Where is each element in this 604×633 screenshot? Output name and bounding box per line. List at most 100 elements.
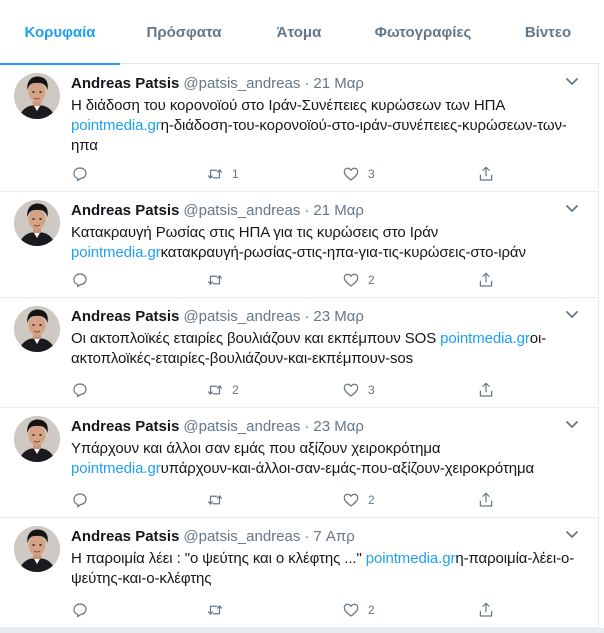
separator-dot: · [304, 75, 310, 92]
avatar[interactable] [14, 73, 60, 119]
share-button[interactable] [477, 380, 495, 400]
separator-dot: · [304, 308, 310, 325]
tweet-link-domain[interactable]: pointmedia.gr [366, 550, 456, 567]
search-tabs: Κορυφαία Πρόσφατα Άτομα Φωτογραφίες Βίντ… [0, 0, 600, 65]
tweet-actions: 2 3 [71, 380, 501, 400]
reply-button[interactable] [71, 380, 89, 400]
retweet-icon [207, 605, 223, 615]
tweet[interactable]: Andreas Patsis @patsis_andreas · 23 Μαρ Οι … [0, 298, 598, 408]
retweet-count: 2 [232, 383, 239, 397]
chevron-down-icon[interactable] [565, 77, 579, 87]
reply-button[interactable] [71, 490, 89, 510]
like-count: 2 [368, 493, 375, 507]
tweet-header: Andreas Patsis @patsis_andreas · 21 Μαρ [71, 202, 364, 220]
tab-top[interactable]: Κορυφαία [0, 0, 120, 65]
tab-photos[interactable]: Φωτογραφίες [350, 0, 496, 64]
like-count: 3 [368, 383, 375, 397]
reply-button[interactable] [71, 600, 89, 620]
share-icon [479, 492, 493, 507]
retweet-icon [207, 385, 223, 395]
tweet-link-domain[interactable]: pointmedia.gr [71, 117, 161, 134]
author-handle[interactable]: @patsis_andreas [183, 75, 300, 92]
tweet-date[interactable]: 21 Μαρ [313, 202, 364, 219]
chevron-down-icon[interactable] [565, 530, 579, 540]
author-name[interactable]: Andreas Patsis [71, 75, 179, 92]
tweet-date[interactable]: 21 Μαρ [313, 75, 364, 92]
chevron-down-icon[interactable] [565, 420, 579, 430]
tweet[interactable]: Andreas Patsis @patsis_andreas · 21 Μαρ Η δ… [0, 65, 598, 192]
retweet-icon [207, 275, 223, 285]
reply-button[interactable] [71, 270, 89, 290]
heart-icon [343, 167, 359, 181]
reply-icon [73, 603, 87, 618]
avatar[interactable] [14, 526, 60, 572]
tweet[interactable]: Andreas Patsis @patsis_andreas · 7 Απρ Η πα… [0, 518, 598, 628]
tweet-header: Andreas Patsis @patsis_andreas · 23 Μαρ [71, 308, 364, 326]
tweet-actions: 2 [71, 600, 501, 620]
tweet-body: Οι ακτοπλοϊκές εταιρίες βουλιάζουν και ε… [71, 330, 441, 347]
tweet-text: Η παροιμία λέει : "ο ψεύτης και ο κλέφτη… [71, 549, 576, 589]
bottom-divider [0, 628, 604, 633]
reply-icon [73, 493, 87, 508]
tweet[interactable]: Andreas Patsis @patsis_andreas · 23 Μαρ Υπά… [0, 408, 598, 518]
share-button[interactable] [477, 270, 495, 290]
like-button[interactable]: 3 [342, 164, 375, 184]
tab-people[interactable]: Άτομα [248, 0, 350, 64]
tweet-header: Andreas Patsis @patsis_andreas · 23 Μαρ [71, 418, 364, 436]
retweet-count: 1 [232, 167, 239, 181]
tab-latest[interactable]: Πρόσφατα [120, 0, 248, 64]
tab-videos[interactable]: Βίντεο [496, 0, 600, 64]
tweet-text: Κατακραυγή Ρωσίας στις ΗΠΑ για τις κυρώσ… [71, 223, 576, 263]
tweet-link-path: υπάρχουν-και-άλλοι-σαν-εμάς-που-αξίζουν-… [160, 460, 535, 477]
tweet-link-domain[interactable]: pointmedia.gr [71, 244, 161, 261]
author-name[interactable]: Andreas Patsis [71, 418, 179, 435]
author-handle[interactable]: @patsis_andreas [183, 418, 300, 435]
like-button[interactable]: 2 [342, 490, 375, 510]
retweet-button[interactable] [206, 490, 232, 510]
share-icon [479, 272, 493, 287]
reply-icon [73, 167, 87, 182]
share-icon [479, 602, 493, 617]
avatar[interactable] [14, 200, 60, 246]
share-button[interactable] [477, 600, 495, 620]
retweet-icon [207, 169, 223, 179]
retweet-button[interactable] [206, 270, 232, 290]
tweet-link-path: κατακραυγή-ρωσίας-στις-ηπα-για-τις-κυρώσ… [160, 244, 526, 261]
share-icon [479, 382, 493, 397]
avatar[interactable] [14, 306, 60, 352]
heart-icon [343, 603, 359, 617]
chevron-down-icon[interactable] [565, 310, 579, 320]
tweet-link-domain[interactable]: pointmedia.gr [71, 460, 161, 477]
column-divider [598, 64, 599, 633]
tweet[interactable]: Andreas Patsis @patsis_andreas · 21 Μαρ Κατ… [0, 192, 598, 298]
author-name[interactable]: Andreas Patsis [71, 202, 179, 219]
share-icon [479, 166, 493, 181]
share-button[interactable] [477, 164, 495, 184]
like-button[interactable]: 3 [342, 380, 375, 400]
retweet-button[interactable]: 2 [206, 380, 239, 400]
author-handle[interactable]: @patsis_andreas [183, 528, 300, 545]
author-name[interactable]: Andreas Patsis [71, 528, 179, 545]
share-button[interactable] [477, 490, 495, 510]
tweet-link-domain[interactable]: pointmedia.gr [440, 330, 530, 347]
tweet-actions: 2 [71, 270, 501, 290]
retweet-button[interactable]: 1 [206, 164, 239, 184]
retweet-icon [207, 495, 223, 505]
chevron-down-icon[interactable] [565, 204, 579, 214]
retweet-button[interactable] [206, 600, 232, 620]
separator-dot: · [304, 418, 310, 435]
author-handle[interactable]: @patsis_andreas [183, 308, 300, 325]
author-name[interactable]: Andreas Patsis [71, 308, 179, 325]
tweet-date[interactable]: 23 Μαρ [313, 418, 364, 435]
tweet-date[interactable]: 7 Απρ [313, 528, 354, 545]
like-count: 2 [368, 603, 375, 617]
tweet-actions: 2 [71, 490, 501, 510]
author-handle[interactable]: @patsis_andreas [183, 202, 300, 219]
avatar[interactable] [14, 416, 60, 462]
like-button[interactable]: 2 [342, 270, 375, 290]
like-button[interactable]: 2 [342, 600, 375, 620]
tweet-date[interactable]: 23 Μαρ [313, 308, 364, 325]
reply-button[interactable] [71, 164, 89, 184]
tweet-body: Η διάδοση του κορονοϊού στο Ιράν-Συνέπει… [71, 97, 505, 114]
tweet-text: Οι ακτοπλοϊκές εταιρίες βουλιάζουν και ε… [71, 329, 576, 369]
